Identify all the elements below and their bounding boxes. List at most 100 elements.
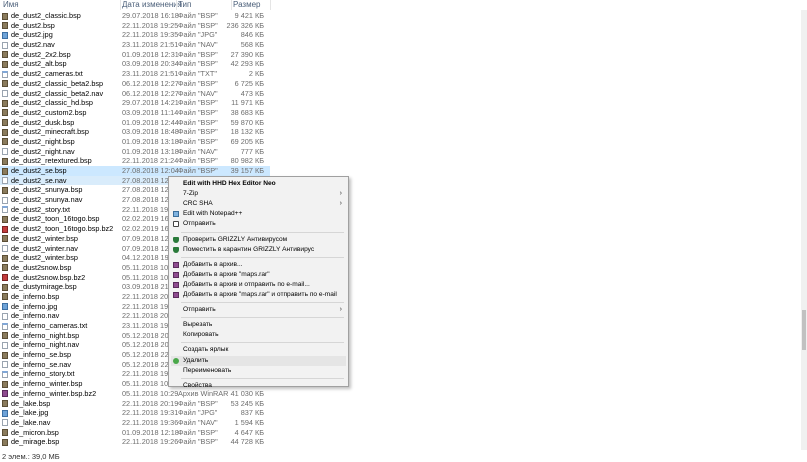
file-row[interactable]: de_dust2_classic.bsp 29.07.2018 16:18 Файл… [0, 11, 270, 21]
menu-item-7[interactable]: Поместить в карантин GRIZZLY Антивирус [171, 245, 346, 255]
shield-icon [173, 246, 179, 253]
file-bsp-icon [2, 215, 8, 223]
menu-item-3[interactable]: Edit with Notepad++ [171, 209, 346, 219]
column-divider[interactable] [120, 0, 121, 10]
menu-item-2[interactable]: CRC SHA › [171, 199, 346, 209]
file-date: 06.12.2018 12:27 [122, 78, 179, 88]
menu-item-label: 7-Zip [183, 190, 199, 198]
menu-item-label: Edit with HHD Hex Editor Neo [183, 180, 276, 187]
menu-item-10[interactable]: Добавить в архив "maps.rar" [171, 270, 346, 280]
file-size: 69 205 КБ [230, 136, 264, 146]
file-row[interactable]: de_dust2_classic_beta2.bsp 06.12.2018 12:… [0, 79, 270, 89]
file-name: de_dust2_se.bsp [11, 166, 67, 175]
file-nav-icon [2, 177, 8, 185]
file-nav-icon [2, 148, 8, 156]
rar-icon [173, 271, 179, 278]
file-type: Файл "BSP" [178, 166, 218, 175]
menu-item-0[interactable]: Edit with HHD Hex Editor Neo [171, 179, 346, 189]
file-name: de_inferno_se.bsp [11, 350, 72, 360]
menu-item-23[interactable]: Свойства [171, 381, 346, 391]
menu-item-11[interactable]: Добавить в архив и отправить по e-mail..… [171, 280, 346, 290]
file-date: 22.11.2018 19:26 [122, 437, 179, 447]
file-row[interactable]: de_dust2_classic_hd.bsp 29.07.2018 14:21 Ф… [0, 98, 270, 108]
menu-item-label: Добавить в архив... [183, 260, 243, 268]
column-date-header[interactable]: Дата изменения [122, 0, 182, 10]
file-name: de_dust2_retextured.bsp [11, 156, 92, 166]
file-row[interactable]: de_dust2_dusk.bsp 01.09.2018 12:44 Файл "B… [0, 118, 270, 128]
file-nav-icon [2, 41, 8, 49]
menu-item-20[interactable]: Удалить [171, 355, 346, 366]
file-row[interactable]: de_dust2_retextured.bsp 22.11.2018 21:24 Ф… [0, 156, 270, 166]
menu-item-4[interactable]: Отправить [171, 219, 346, 229]
file-name: de_inferno_cameras.txt [11, 321, 88, 330]
file-row[interactable]: de_dust2_minecraft.bsp 03.09.2018 18:48 Фа… [0, 127, 270, 137]
file-row[interactable]: de_lake.jpg 22.11.2018 19:31 Файл "JPG" 837… [0, 408, 270, 418]
file-row[interactable]: de_dust2_alt.bsp 03.09.2018 20:34 Файл "BS… [0, 59, 270, 69]
file-nav-icon [2, 361, 8, 369]
file-row[interactable]: de_mirage.bsp 22.11.2018 19:26 Файл "BSP" 4… [0, 437, 270, 447]
menu-item-14[interactable]: Отправить › [171, 305, 346, 315]
menu-item-17[interactable]: Копировать [171, 330, 346, 340]
menu-item-label: Добавить в архив "maps.rar" и отправить … [183, 291, 337, 298]
menu-item-label: Edit with Notepad++ [183, 210, 243, 218]
file-type: Файл "BSP" [178, 136, 218, 146]
menu-item-1[interactable]: 7-Zip › [171, 189, 346, 199]
file-type: Файл "NAV" [178, 88, 218, 98]
file-name: de_inferno_story.txt [11, 369, 75, 379]
file-size: 18 132 КБ [230, 127, 264, 137]
scrollbar-thumb[interactable] [802, 310, 806, 350]
file-name: de_inferno_se.nav [11, 359, 72, 369]
file-row[interactable]: de_lake.bsp 22.11.2018 20:19 Файл "BSP" 53 … [0, 399, 270, 409]
file-name: de_lake.jpg [11, 408, 49, 418]
file-name: de_lake.bsp [11, 398, 51, 408]
file-row[interactable]: de_dust2_cameras.txt 23.11.2018 21:51 Файл… [0, 69, 270, 79]
file-row[interactable]: de_lake.nav 22.11.2018 19:36 Файл "NAV" 1 5… [0, 418, 270, 428]
file-bsp-icon [2, 332, 8, 340]
column-size-header[interactable]: Размер [233, 0, 261, 10]
file-nav-icon [2, 419, 8, 427]
shield-icon [173, 236, 179, 243]
menu-item-21[interactable]: Переименовать [171, 366, 346, 376]
file-size: 44 728 КБ [230, 437, 264, 447]
file-date: 27.08.2018 12:04 [122, 166, 179, 175]
file-row[interactable]: de_dust2_se.bsp 27.08.2018 12:04 Файл "BSP… [0, 166, 270, 176]
menu-item-16[interactable]: Вырезать [171, 320, 346, 330]
file-size: 6 725 КБ [234, 78, 264, 88]
menu-item-6[interactable]: Проверить GRIZZLY Антивирусом [171, 235, 346, 245]
file-type: Файл "NAV" [178, 417, 218, 427]
column-divider[interactable] [270, 0, 271, 10]
column-type-header[interactable]: Тип [178, 0, 191, 10]
column-divider[interactable] [176, 0, 177, 10]
file-row[interactable]: de_dust2.nav 23.11.2018 21:51 Файл "NAV" 56… [0, 40, 270, 50]
menu-item-9[interactable]: Добавить в архив... [171, 260, 346, 270]
file-row[interactable]: de_dust2.jpg 22.11.2018 19:35 Файл "JPG" 84… [0, 30, 270, 40]
column-name-header[interactable]: Имя [3, 0, 19, 10]
file-date: 01.09.2018 13:18 [122, 146, 179, 156]
file-bsp-icon [2, 12, 8, 20]
menu-item-19[interactable]: Создать ярлык [171, 345, 346, 355]
file-name: de_dust2_night.bsp [11, 136, 75, 146]
file-row[interactable]: de_dust2_night.bsp 01.09.2018 13:18 Файл "… [0, 137, 270, 147]
file-row[interactable]: de_micron.bsp 01.09.2018 12:18 Файл "BSP" 4… [0, 428, 270, 438]
file-size: 53 245 КБ [230, 398, 264, 408]
file-date: 29.07.2018 14:21 [122, 98, 179, 108]
file-type: Файл "BSP" [178, 107, 218, 117]
file-name: de_inferno_winter.bsp.bz2 [11, 388, 97, 398]
file-name: de_dust2_toon_16togo.bsp.bz2 [11, 224, 114, 234]
file-name: de_dust2_snunya.bsp [11, 185, 83, 195]
file-row[interactable]: de_dust2_night.nav 01.09.2018 13:18 Файл "… [0, 147, 270, 157]
file-type: Файл "BSP" [178, 398, 218, 408]
file-type: Файл "NAV" [178, 146, 218, 156]
column-divider[interactable] [231, 0, 232, 10]
file-name: de_dust2_snunya.nav [11, 195, 83, 205]
file-row[interactable]: de_dust2.bsp 22.11.2018 19:25 Файл "BSP" 23… [0, 21, 270, 31]
menu-item-12[interactable]: Добавить в архив "maps.rar" и отправить … [171, 290, 346, 300]
file-row[interactable]: de_dust2_custom2.bsp 03.09.2018 11:14 Файл… [0, 108, 270, 118]
file-size: 80 982 КБ [230, 156, 264, 166]
file-row[interactable]: de_dust2_2x2.bsp 01.09.2018 12:31 Файл "BS… [0, 50, 270, 60]
file-nav-icon [2, 90, 8, 97]
menu-separator [181, 231, 344, 233]
vertical-scrollbar[interactable] [801, 10, 807, 450]
del-icon [173, 357, 179, 364]
file-row[interactable]: de_dust2_classic_beta2.nav 06.12.2018 12:… [0, 89, 270, 99]
